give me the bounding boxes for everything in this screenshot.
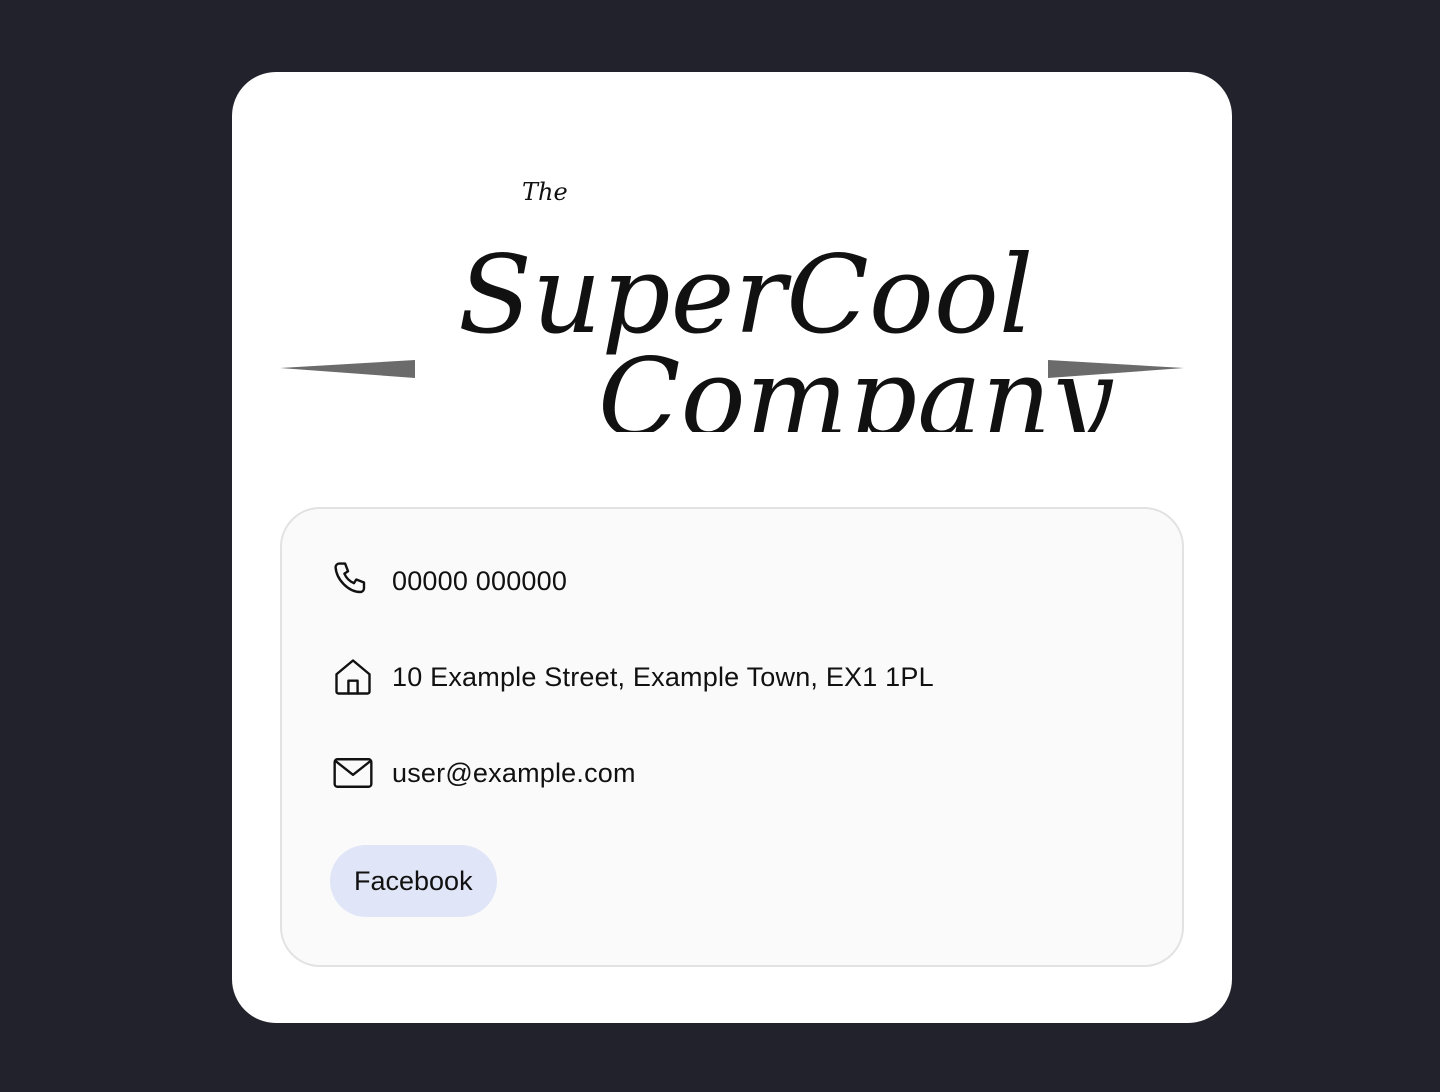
phone-number[interactable]: 00000 000000 xyxy=(392,566,567,597)
logo-line-2: Company xyxy=(598,336,1114,432)
contact-details-panel: 00000 000000 10 Example Street, Example … xyxy=(280,507,1184,967)
logo-small-text: The xyxy=(522,178,568,206)
email-row: user@example.com xyxy=(330,749,636,797)
contact-card: The SuperCool Company 00000 000000 10 Ex… xyxy=(232,72,1232,1023)
home-icon xyxy=(330,654,376,700)
address-row: 10 Example Street, Example Town, EX1 1PL xyxy=(330,653,934,701)
company-logo: The SuperCool Company xyxy=(280,142,1184,432)
logo-left-dash xyxy=(280,360,415,378)
address-text: 10 Example Street, Example Town, EX1 1PL xyxy=(392,661,934,692)
phone-icon xyxy=(330,558,376,604)
mail-icon xyxy=(330,750,376,796)
facebook-button[interactable]: Facebook xyxy=(330,845,497,917)
email-address[interactable]: user@example.com xyxy=(392,758,636,789)
phone-row: 00000 000000 xyxy=(330,557,567,605)
